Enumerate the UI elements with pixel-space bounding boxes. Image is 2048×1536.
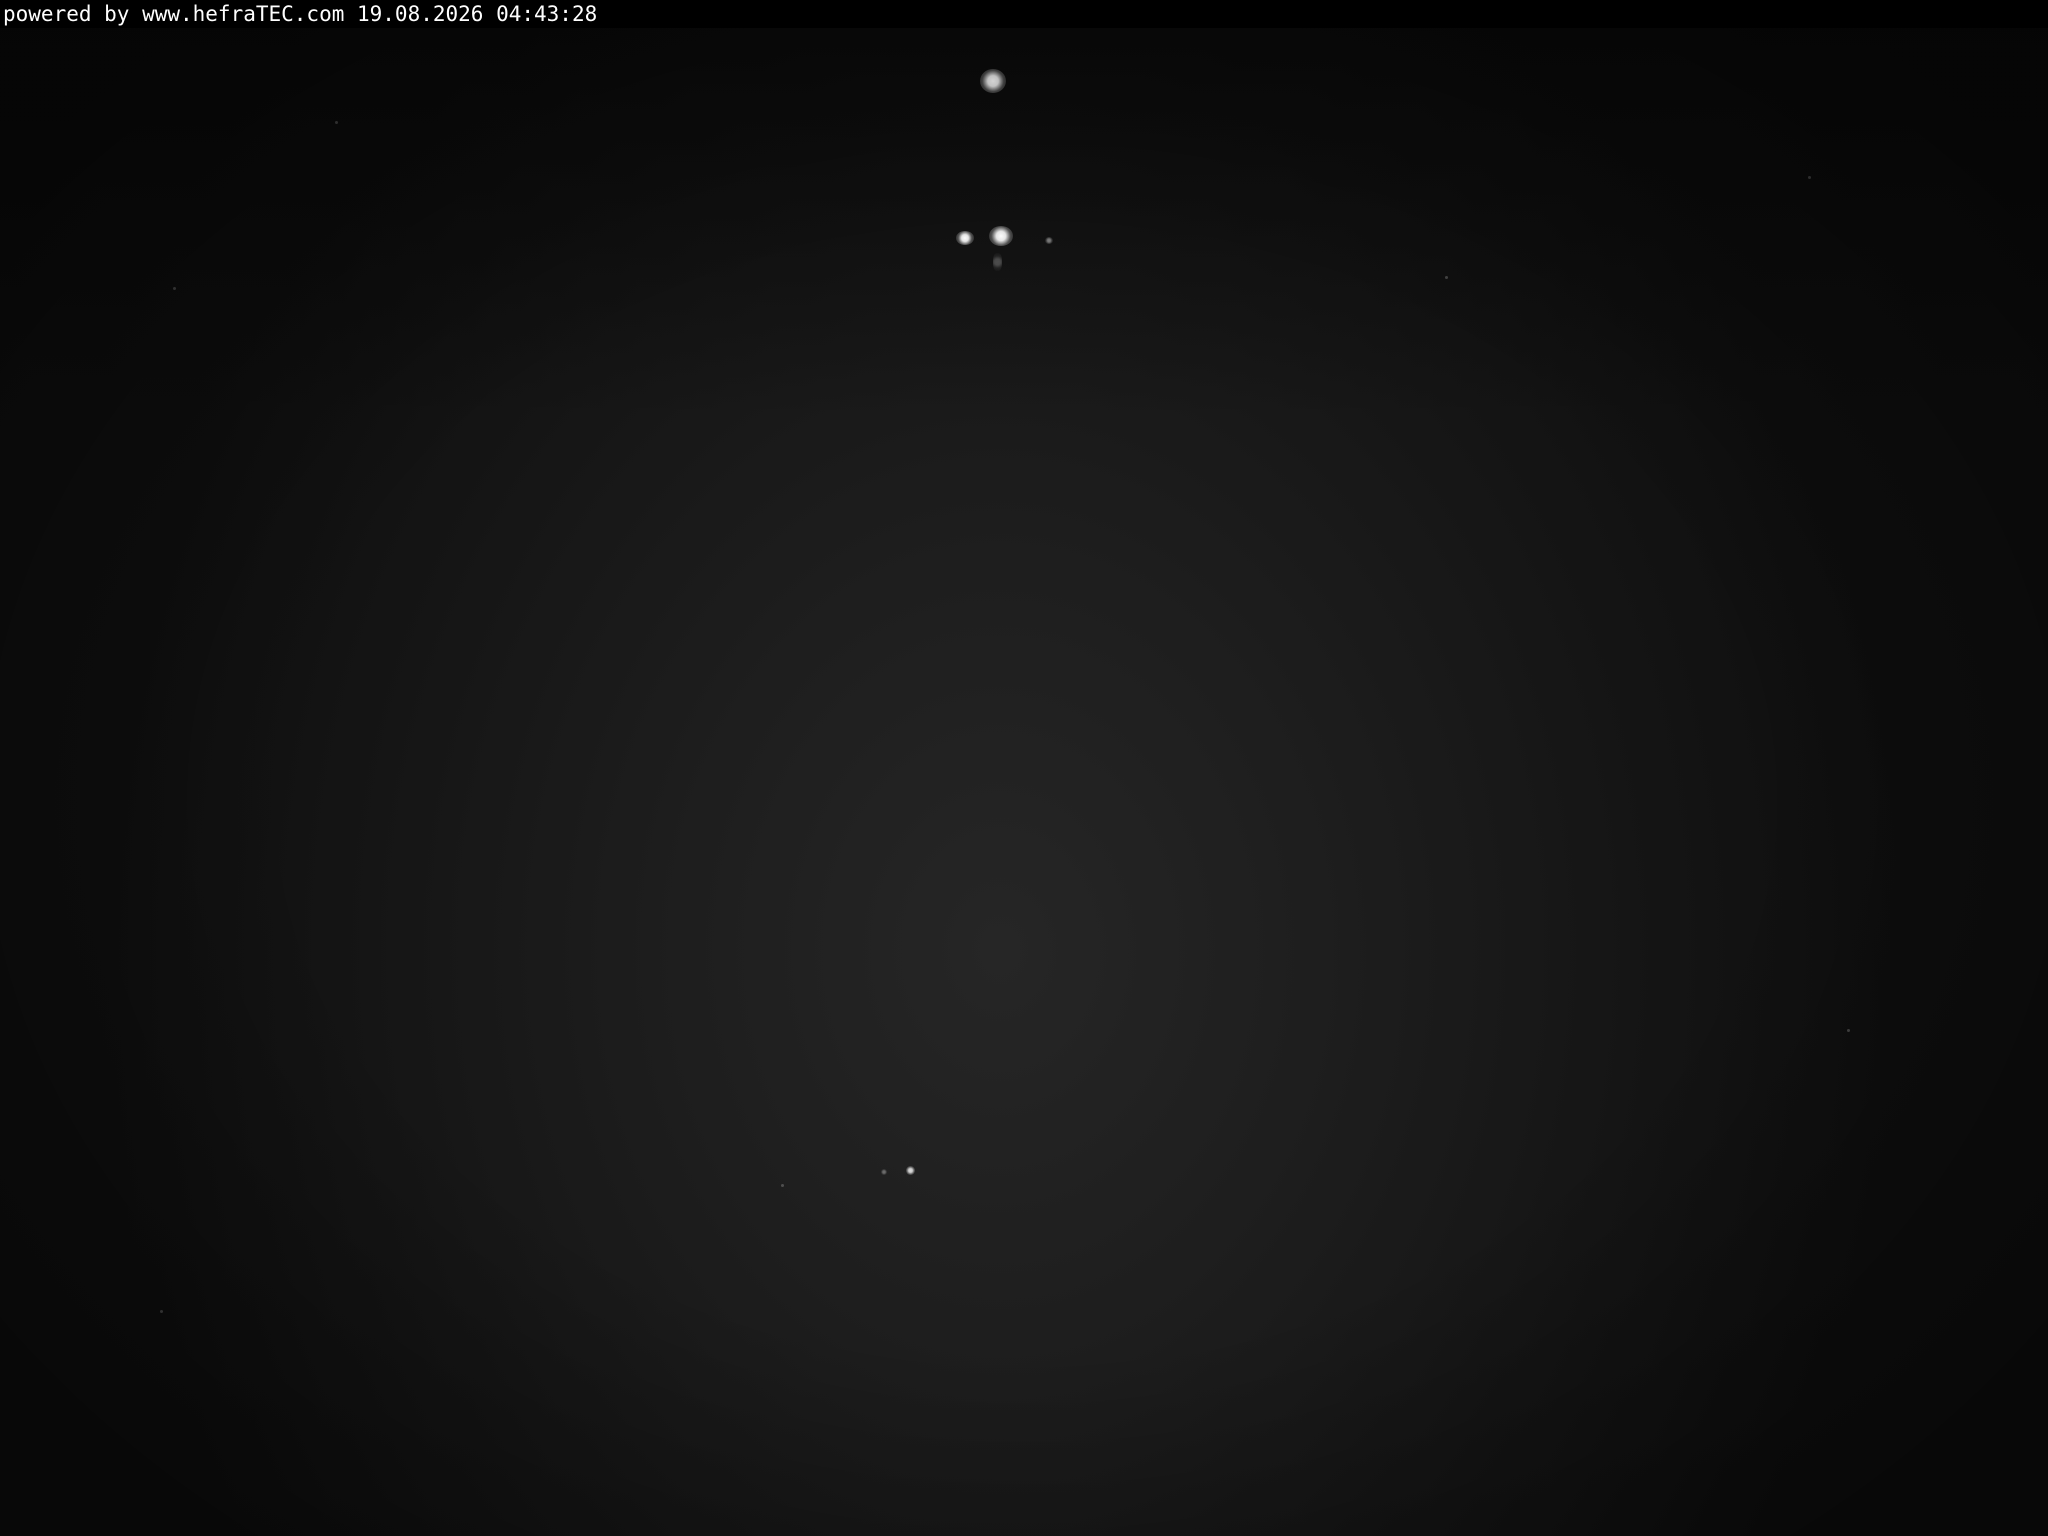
webcam-frame: powered by www.hefraTEC.com 19.08.2026 0…: [0, 0, 2048, 1536]
lower-light-faint: [881, 1169, 887, 1175]
noise-speck: [173, 287, 176, 290]
distant-light-reflection: [993, 253, 1002, 271]
lower-light-bright: [906, 1166, 915, 1175]
noise-speck: [160, 1310, 163, 1313]
upper-darkness: [0, 0, 2048, 420]
noise-speck: [781, 1184, 784, 1187]
distant-light-top: [980, 69, 1006, 93]
distant-light-center: [989, 226, 1013, 246]
noise-speck: [1808, 176, 1811, 179]
timestamp-overlay: powered by www.hefraTEC.com 19.08.2026 0…: [0, 0, 2048, 28]
noise-speck: [1445, 276, 1448, 279]
distant-light-faint-right: [1045, 237, 1053, 244]
noise-speck: [335, 121, 338, 124]
vignette: [0, 0, 2048, 1536]
timestamp-caption: powered by www.hefraTEC.com 19.08.2026 0…: [3, 2, 598, 26]
noise-speck: [1847, 1029, 1850, 1032]
distant-light-left: [956, 231, 974, 245]
